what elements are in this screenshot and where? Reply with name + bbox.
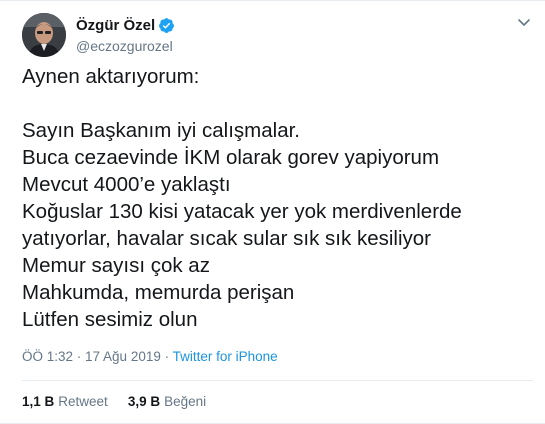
display-name[interactable]: Özgür Özel: [76, 16, 155, 36]
meta-separator: ·: [160, 349, 173, 364]
likes-count: 3,9 B: [127, 394, 161, 409]
profile-photo-icon: [22, 13, 66, 57]
tweet-line: Sayın Başkanım iyi calışmalar.: [22, 119, 300, 142]
retweets-label: Retweet: [58, 394, 108, 409]
verified-badge-icon: [158, 17, 175, 34]
likes-stat[interactable]: 3,9 B Beğeni: [128, 393, 206, 411]
tweet-line: Buca cezaevinde İKM olarak gorev yapiyor…: [22, 146, 440, 169]
author-handle[interactable]: @eczozgurozel: [76, 37, 175, 55]
tweet-line: Mahkumda, memurda perişan: [22, 281, 295, 304]
tweet-header: Özgür Özel @eczozgurozel: [22, 13, 175, 57]
chevron-down-icon[interactable]: [515, 13, 533, 31]
avatar[interactable]: [22, 13, 66, 57]
tweet-text: Aynen aktarıyorum: Sayın Başkanım iyi ca…: [22, 63, 532, 333]
author-names: Özgür Özel @eczozgurozel: [76, 16, 175, 55]
likes-label: Beğeni: [164, 394, 207, 409]
tweet-meta: ÖÖ 1:32 · 17 Ağu 2019 · Twitter for iPho…: [22, 348, 278, 366]
tweet-line: Lütfen sesimiz olun: [22, 308, 198, 331]
tweet-line: Aynen aktarıyorum:: [22, 65, 200, 88]
tweet-line: Memur sayısı çok az: [22, 254, 210, 277]
tweet-card: Özgür Özel @eczozgurozel Aynen aktarıyor…: [0, 0, 545, 424]
retweets-count: 1,1 B: [22, 394, 55, 409]
tweet-stats: 1,1 B Retweet 3,9 B Beğeni: [22, 393, 226, 411]
tweet-line: Mevcut 4000’e yaklaştı: [22, 173, 231, 196]
name-row: Özgür Özel: [76, 16, 175, 36]
retweets-stat[interactable]: 1,1 B Retweet: [22, 393, 108, 411]
timestamp[interactable]: ÖÖ 1:32 · 17 Ağu 2019: [22, 349, 161, 364]
source-link[interactable]: Twitter for iPhone: [173, 349, 278, 364]
divider: [22, 380, 533, 381]
tweet-line: yatıyorlar, havalar sıcak sular sık sık …: [22, 227, 431, 250]
tweet-line: Koğuslar 130 kisi yatacak yer yok merdiv…: [22, 200, 462, 223]
